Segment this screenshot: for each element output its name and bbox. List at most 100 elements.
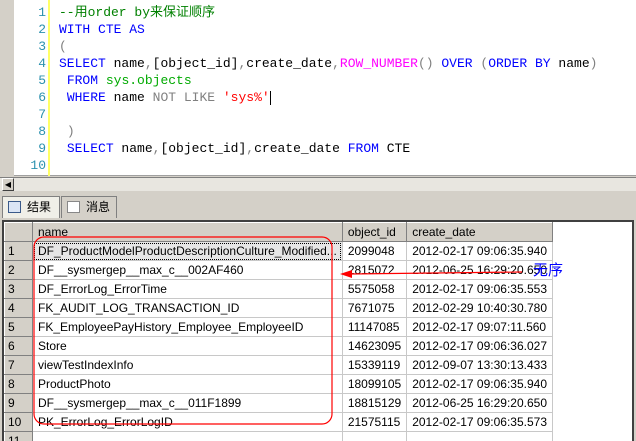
row-number[interactable]: 10 — [4, 412, 33, 432]
cell-create-date[interactable]: 2012-02-17 09:06:35.940 — [406, 374, 553, 394]
row-number[interactable]: 8 — [4, 374, 33, 394]
code-token: ORDER BY — [488, 56, 551, 71]
query-editor[interactable]: 1 --用order by来保证顺序 2 WITH CTE AS 3 (4 SELECT n… — [0, 0, 636, 176]
cell-object-id[interactable]: 2815072 — [341, 260, 408, 280]
tab-results[interactable]: 结果 — [2, 196, 60, 218]
row-number[interactable]: 4 — [4, 298, 33, 318]
cell-name[interactable]: FK_EmployeePayHistory_Employee_EmployeeI… — [32, 317, 343, 337]
line-number: 4 — [38, 56, 46, 71]
table-row[interactable]: 10 PK_ErrorLog_ErrorLogID 21575115 2012-02-… — [4, 412, 553, 432]
code-token: FROM — [66, 73, 99, 88]
cell-object-id[interactable]: 11147085 — [341, 317, 408, 337]
cell-name[interactable]: DF__sysmergep__max_c__002AF460 — [32, 260, 343, 280]
cell-name[interactable]: FK_AUDIT_LOG_TRANSACTION_ID — [32, 298, 343, 318]
code-token: () — [417, 56, 434, 71]
code-token: AS — [129, 22, 145, 37]
cell-create-date[interactable]: 2012-02-17 09:06:35.573 — [406, 412, 553, 432]
table-row[interactable]: 2 DF__sysmergep__max_c__002AF460 2815072 20… — [4, 260, 553, 280]
row-number[interactable]: 2 — [4, 260, 33, 280]
editor-horizontal-scrollbar[interactable]: ◀ — [0, 177, 636, 191]
code-token: CTE — [98, 22, 122, 37]
cell-create-date[interactable]: 2012-06-25 16:29:20.650 — [406, 393, 553, 413]
code-token: [object_id] — [152, 56, 239, 71]
line-number: 7 — [38, 107, 46, 122]
cell-name[interactable] — [32, 431, 343, 441]
code-token: name — [105, 90, 153, 105]
code-text: FROM sys.objects — [59, 72, 192, 89]
line-number: 10 — [30, 158, 46, 173]
cell-object-id[interactable]: 7671075 — [341, 298, 408, 318]
change-margin — [48, 0, 50, 176]
cell-create-date[interactable] — [406, 431, 553, 441]
column-header-create-date[interactable]: create_date — [406, 222, 553, 242]
code-token: CTE — [378, 141, 411, 156]
table-row[interactable]: 11 — [4, 431, 553, 441]
code-token: name — [113, 141, 153, 156]
code-token: [object_id] — [160, 141, 247, 156]
code-text: --用order by来保证顺序 — [59, 4, 215, 21]
table-row[interactable]: 4 FK_AUDIT_LOG_TRANSACTION_ID 7671075 2012-… — [4, 298, 553, 318]
cell-name[interactable]: ProductPhoto — [32, 374, 343, 394]
cell-create-date[interactable]: 2012-02-17 09:06:35.553 — [406, 279, 553, 299]
cell-name[interactable]: Store — [32, 336, 343, 356]
cell-name[interactable]: DF_ErrorLog_ErrorTime — [32, 279, 343, 299]
tab-messages[interactable]: 消息 — [61, 196, 117, 218]
table-row[interactable]: 6 Store 14623095 2012-02-17 09:06:36.027 — [4, 336, 553, 356]
code-token: , — [144, 56, 153, 71]
code-token: ) — [66, 124, 75, 139]
cell-object-id[interactable] — [341, 431, 408, 441]
cell-name[interactable]: viewTestIndexInfo — [32, 355, 343, 375]
code-token: name — [550, 56, 590, 71]
cell-object-id[interactable]: 2099048 — [341, 241, 408, 261]
cell-object-id[interactable]: 15339119 — [341, 355, 408, 375]
code-token: WITH — [59, 22, 91, 37]
results-grid[interactable]: name object_id create_date 1 DF_ProductMo… — [2, 220, 634, 441]
row-number[interactable]: 3 — [4, 279, 33, 299]
code-token: create_date — [254, 141, 348, 156]
cell-create-date[interactable]: 2012-02-17 09:06:35.940 — [406, 241, 553, 261]
line-number: 3 — [38, 39, 46, 54]
tab-results-label: 结果 — [27, 200, 52, 214]
code-token: name — [105, 56, 145, 71]
row-number[interactable]: 7 — [4, 355, 33, 375]
cell-create-date[interactable]: 2012-09-07 13:30:13.433 — [406, 355, 553, 375]
table-row[interactable]: 8 ProductPhoto 18099105 2012-02-17 09:06:35… — [4, 374, 553, 394]
table-row[interactable]: 5 FK_EmployeePayHistory_Employee_Employee… — [4, 317, 553, 337]
row-number[interactable]: 1 — [4, 241, 33, 261]
line-number: 9 — [38, 141, 46, 156]
cell-name[interactable]: DF__sysmergep__max_c__011F1899 — [32, 393, 343, 413]
row-number[interactable]: 5 — [4, 317, 33, 337]
cell-create-date[interactable]: 2012-02-29 10:40:30.780 — [406, 298, 553, 318]
table-row[interactable]: 9 DF__sysmergep__max_c__011F1899 18815129 2… — [4, 393, 553, 413]
code-token: , — [332, 56, 340, 71]
code-token: FROM — [347, 141, 379, 156]
cell-object-id[interactable]: 18099105 — [341, 374, 408, 394]
cell-name[interactable]: DF_ProductModelProductDescriptionCulture… — [32, 241, 343, 261]
scroll-left-icon[interactable]: ◀ — [2, 178, 14, 191]
code-text: SELECT name,[object_id],create_date FROM… — [59, 140, 410, 157]
row-number[interactable]: 11 — [4, 431, 33, 441]
table-row[interactable]: 1 DF_ProductModelProductDescriptionCultur… — [4, 241, 553, 261]
row-number[interactable]: 9 — [4, 393, 33, 413]
cell-object-id[interactable]: 14623095 — [341, 336, 408, 356]
table-row[interactable]: 3 DF_ErrorLog_ErrorTime 5575058 2012-02-17 … — [4, 279, 553, 299]
cell-object-id[interactable]: 5575058 — [341, 279, 408, 299]
code-token: , — [246, 141, 255, 156]
cell-name[interactable]: PK_ErrorLog_ErrorLogID — [32, 412, 343, 432]
corner-header[interactable] — [4, 222, 33, 242]
line-number: 2 — [38, 22, 46, 37]
cell-object-id[interactable]: 21575115 — [341, 412, 408, 432]
cell-object-id[interactable]: 18815129 — [341, 393, 408, 413]
column-header-name[interactable]: name — [32, 222, 343, 242]
row-number[interactable]: 6 — [4, 336, 33, 356]
column-header-object-id[interactable]: object_id — [341, 222, 408, 242]
table-row[interactable]: 7 viewTestIndexInfo 15339119 2012-09-07 13:… — [4, 355, 553, 375]
cell-create-date[interactable]: 2012-02-17 09:07:11.560 — [406, 317, 553, 337]
cell-create-date[interactable]: 2012-06-25 16:29:20.650 — [406, 260, 553, 280]
cell-create-date[interactable]: 2012-02-17 09:06:36.027 — [406, 336, 553, 356]
